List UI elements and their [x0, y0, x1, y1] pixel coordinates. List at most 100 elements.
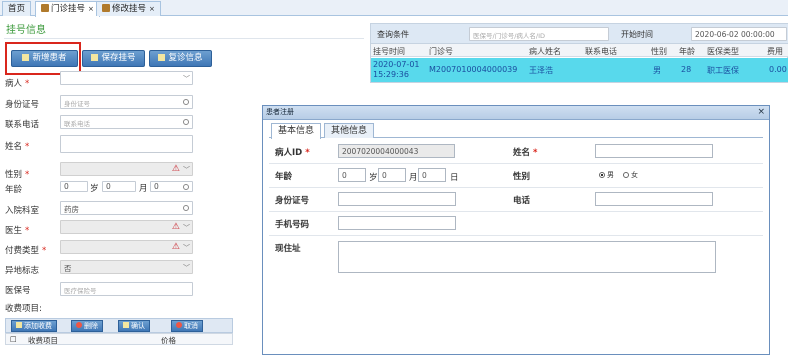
tab-home[interactable]: 首页: [2, 1, 32, 16]
dept-input[interactable]: 药房: [60, 201, 193, 215]
value: 0: [106, 182, 111, 191]
required-mark: *: [25, 226, 30, 236]
insurance-label: 医保号: [5, 286, 31, 296]
label-text: 付费类型: [5, 246, 40, 256]
tab-outpatient-registration[interactable]: 门诊挂号 ×: [35, 1, 100, 17]
required-mark: *: [305, 148, 310, 158]
name-label: 姓名 *: [5, 140, 29, 152]
label-text: 姓名: [513, 148, 531, 158]
column-header: 医保类型: [707, 47, 739, 56]
gender-male-radio[interactable]: 男: [599, 170, 614, 180]
section-title: 挂号信息: [6, 25, 46, 36]
modal-age-days-input[interactable]: 0: [418, 168, 446, 182]
modal-phone-input[interactable]: [595, 192, 713, 206]
insurance-input[interactable]: 医疗保险号: [60, 282, 193, 296]
doctor-select[interactable]: ⚠ ﹀: [60, 220, 193, 234]
dialog-tabs: 基本信息 其他信息: [269, 123, 763, 139]
cancel-button[interactable]: 取消: [171, 320, 203, 332]
dept-label: 入院科室: [5, 206, 40, 216]
cell-age: 28: [681, 65, 692, 74]
patient-id-label: 病人ID *: [275, 146, 310, 158]
search-icon[interactable]: [183, 99, 189, 105]
warning-icon: ⚠: [171, 164, 180, 174]
search-icon[interactable]: [183, 119, 189, 125]
age-days-input[interactable]: 0: [150, 181, 193, 192]
label-text: 姓名: [5, 142, 23, 152]
gender-select[interactable]: ⚠ ﹀: [60, 162, 193, 176]
delete-button[interactable]: 删除: [71, 320, 103, 332]
save-icon: [91, 54, 99, 61]
tab-other-info[interactable]: 其他信息: [324, 123, 375, 138]
modal-name-input[interactable]: [595, 144, 713, 158]
modal-mobile-input[interactable]: [338, 216, 456, 230]
modal-age-months-input[interactable]: 0: [378, 168, 406, 182]
radio-icon: [623, 172, 629, 178]
placeholder: 医疗保险号: [64, 287, 97, 295]
unit-label: 岁: [90, 184, 99, 194]
checkbox[interactable]: ☐: [10, 335, 17, 344]
remote-select[interactable]: 否 ﹀: [60, 260, 193, 274]
query-label: 查询条件: [377, 30, 409, 39]
modal-age-years-input[interactable]: 0: [338, 168, 366, 182]
tab-edit-registration[interactable]: 修改挂号 ×: [96, 1, 161, 16]
phone-input[interactable]: 联系电话: [60, 115, 193, 129]
table-row[interactable]: 2020-07-01 15:29:36 M2007010004000039 王泽…: [371, 58, 788, 82]
query-panel: 查询条件 医保号/门诊号/病人名/ID 开始时间 2020-06-02 00:0…: [370, 23, 788, 83]
pay-type-label: 付费类型 *: [5, 244, 46, 256]
dialog-title-bar: 患者注册 ×: [263, 106, 769, 120]
charge-grid-header: ☐ 收费项目 价格: [5, 333, 233, 345]
button-label: 取消: [184, 322, 198, 330]
close-icon[interactable]: ×: [88, 5, 94, 13]
save-registration-button[interactable]: 保存挂号: [82, 50, 145, 67]
search-icon[interactable]: [183, 184, 189, 190]
tab-basic-info[interactable]: 基本信息: [271, 123, 322, 139]
age-years-input[interactable]: 0: [60, 181, 88, 192]
phone-label: 联系电话: [5, 120, 40, 130]
unit-label: 月: [139, 184, 148, 194]
patient-id-field: 2007020004000043: [338, 144, 455, 158]
button-label: 保存挂号: [101, 53, 136, 63]
query-search-input[interactable]: 医保号/门诊号/病人名/ID: [469, 27, 609, 41]
value: 0: [422, 171, 427, 180]
name-input[interactable]: [60, 135, 193, 153]
id-card-input[interactable]: 身份证号: [60, 95, 193, 109]
modal-idcard-input[interactable]: [338, 192, 456, 206]
divider: [269, 235, 763, 236]
tab-label: 其他信息: [331, 126, 368, 136]
close-icon[interactable]: ×: [149, 5, 155, 13]
chevron-down-icon: ﹀: [183, 224, 190, 232]
column-header: 收费项目: [28, 336, 58, 345]
revisit-info-button[interactable]: 复诊信息: [149, 50, 212, 67]
tab-label: 修改挂号: [112, 4, 147, 14]
doctor-label: 医生 *: [5, 224, 29, 236]
value: 0: [154, 182, 159, 191]
search-icon[interactable]: [183, 205, 189, 211]
patient-select[interactable]: ﹀: [60, 71, 193, 85]
modal-gender-label: 性别: [513, 172, 531, 182]
start-time-input[interactable]: 2020-06-02 00:00:00: [691, 27, 787, 41]
value: 0: [64, 182, 69, 191]
value: 2020-06-02 00:00:00: [695, 30, 775, 39]
warning-icon: ⚠: [171, 222, 180, 232]
column-header: 费用: [767, 47, 783, 56]
add-charge-button[interactable]: 添加收费: [11, 320, 57, 332]
query-bar: 查询条件 医保号/门诊号/病人名/ID 开始时间 2020-06-02 00:0…: [371, 24, 788, 44]
age-months-input[interactable]: 0: [102, 181, 136, 192]
label-text: 病人ID: [275, 148, 303, 158]
required-mark: *: [533, 148, 538, 158]
radio-label: 女: [631, 171, 638, 179]
placeholder: 联系电话: [64, 120, 90, 128]
required-mark: *: [25, 79, 30, 89]
modal-address-textarea[interactable]: [338, 241, 716, 273]
gender-female-radio[interactable]: 女: [623, 170, 638, 180]
age-label: 年龄: [5, 185, 23, 195]
cell-insurance-type: 职工医保: [707, 66, 739, 75]
chevron-down-icon: ﹀: [183, 264, 190, 272]
cell-time: 2020-07-01 15:29:36: [373, 60, 420, 79]
close-icon[interactable]: ×: [757, 106, 765, 119]
warning-icon: ⚠: [171, 242, 180, 252]
pay-type-select[interactable]: ⚠ ﹀: [60, 240, 193, 254]
confirm-button[interactable]: 确认: [118, 320, 150, 332]
modal-idcard-label: 身份证号: [275, 196, 310, 206]
value: 否: [64, 264, 72, 273]
